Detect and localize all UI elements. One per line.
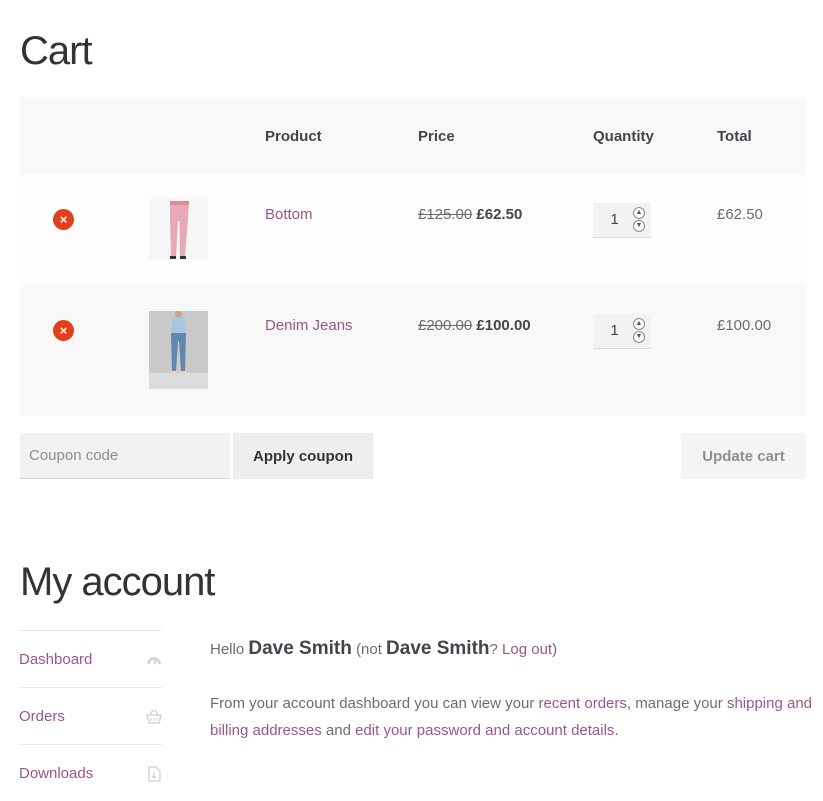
- nav-link-dashboard[interactable]: Dashboard: [19, 651, 92, 668]
- header-price: Price: [418, 128, 455, 145]
- price-cell: £200.00 £100.00: [418, 317, 531, 334]
- cart-table-header: Product Price Quantity Total: [20, 97, 806, 175]
- intro-text: and: [321, 722, 356, 739]
- nav-item-orders[interactable]: Orders: [19, 687, 162, 744]
- coupon-code-input[interactable]: [20, 433, 230, 479]
- line-total: £62.50: [717, 206, 763, 223]
- apply-coupon-button[interactable]: Apply coupon: [233, 433, 373, 479]
- nav-link-orders[interactable]: Orders: [19, 708, 65, 725]
- increment-icon[interactable]: ▲: [633, 207, 645, 219]
- quantity-value[interactable]: 1: [593, 211, 636, 228]
- update-cart-button[interactable]: Update cart: [681, 433, 806, 479]
- sale-price: £62.50: [476, 206, 523, 223]
- sale-price: £100.00: [476, 317, 531, 334]
- account-navigation: Dashboard Orders Downloads: [19, 630, 162, 801]
- remove-item-icon[interactable]: ×: [53, 320, 74, 341]
- account-page-title: My account: [20, 560, 216, 604]
- pink-trousers-image[interactable]: [149, 199, 208, 259]
- denim-jeans-image[interactable]: [149, 310, 208, 389]
- product-link-denim-jeans[interactable]: Denim Jeans: [265, 317, 353, 334]
- cart-row: × Denim Jeans £200.00 £100.00 1 ▲ ▼ £100…: [20, 286, 806, 416]
- header-product: Product: [265, 128, 322, 145]
- nav-item-downloads[interactable]: Downloads: [19, 744, 162, 801]
- cart-page-title: Cart: [20, 29, 93, 73]
- cart-table: Product Price Quantity Total × Bottom £1…: [20, 97, 806, 416]
- decrement-icon[interactable]: ▼: [633, 220, 645, 232]
- greeting-question: ?: [489, 641, 503, 658]
- dashboard-gauge-icon: [147, 657, 161, 665]
- quantity-value[interactable]: 1: [593, 322, 636, 339]
- dashboard-intro: From your account dashboard you can view…: [210, 690, 815, 744]
- line-total: £100.00: [717, 317, 772, 334]
- basket-icon: [146, 709, 162, 724]
- greeting-close: ): [552, 641, 558, 658]
- account-greeting: Hello Dave Smith (not Dave Smith? Log ou…: [210, 638, 557, 660]
- intro-text: From your account dashboard you can view…: [210, 695, 539, 712]
- user-name-confirm: Dave Smith: [386, 638, 490, 659]
- nav-link-downloads[interactable]: Downloads: [19, 765, 93, 782]
- cart-row: × Bottom £125.00 £62.50 1 ▲ ▼ £62.50: [20, 175, 806, 286]
- header-quantity: Quantity: [593, 128, 654, 145]
- account-details-link[interactable]: edit your password and account details: [355, 722, 614, 739]
- recent-orders-link[interactable]: recent orders: [539, 695, 627, 712]
- price-cell: £125.00 £62.50: [418, 206, 522, 223]
- quantity-stepper[interactable]: 1 ▲ ▼: [593, 203, 651, 238]
- logout-link[interactable]: Log out: [502, 641, 552, 658]
- file-download-icon: [148, 766, 161, 782]
- intro-text: , manage your: [626, 695, 727, 712]
- quantity-spinner[interactable]: ▲ ▼: [633, 318, 645, 344]
- header-total: Total: [717, 128, 752, 145]
- intro-text: .: [614, 722, 619, 739]
- user-name: Dave Smith: [248, 638, 352, 659]
- regular-price: £200.00: [418, 317, 473, 334]
- quantity-stepper[interactable]: 1 ▲ ▼: [593, 314, 651, 349]
- remove-item-icon[interactable]: ×: [53, 209, 74, 230]
- regular-price: £125.00: [418, 206, 473, 223]
- decrement-icon[interactable]: ▼: [633, 331, 645, 343]
- increment-icon[interactable]: ▲: [633, 318, 645, 330]
- product-link-bottom[interactable]: Bottom: [265, 206, 313, 223]
- greeting-not: (not: [351, 641, 387, 658]
- quantity-spinner[interactable]: ▲ ▼: [633, 207, 645, 233]
- greeting-prefix: Hello: [210, 641, 249, 658]
- nav-item-dashboard[interactable]: Dashboard: [19, 630, 162, 687]
